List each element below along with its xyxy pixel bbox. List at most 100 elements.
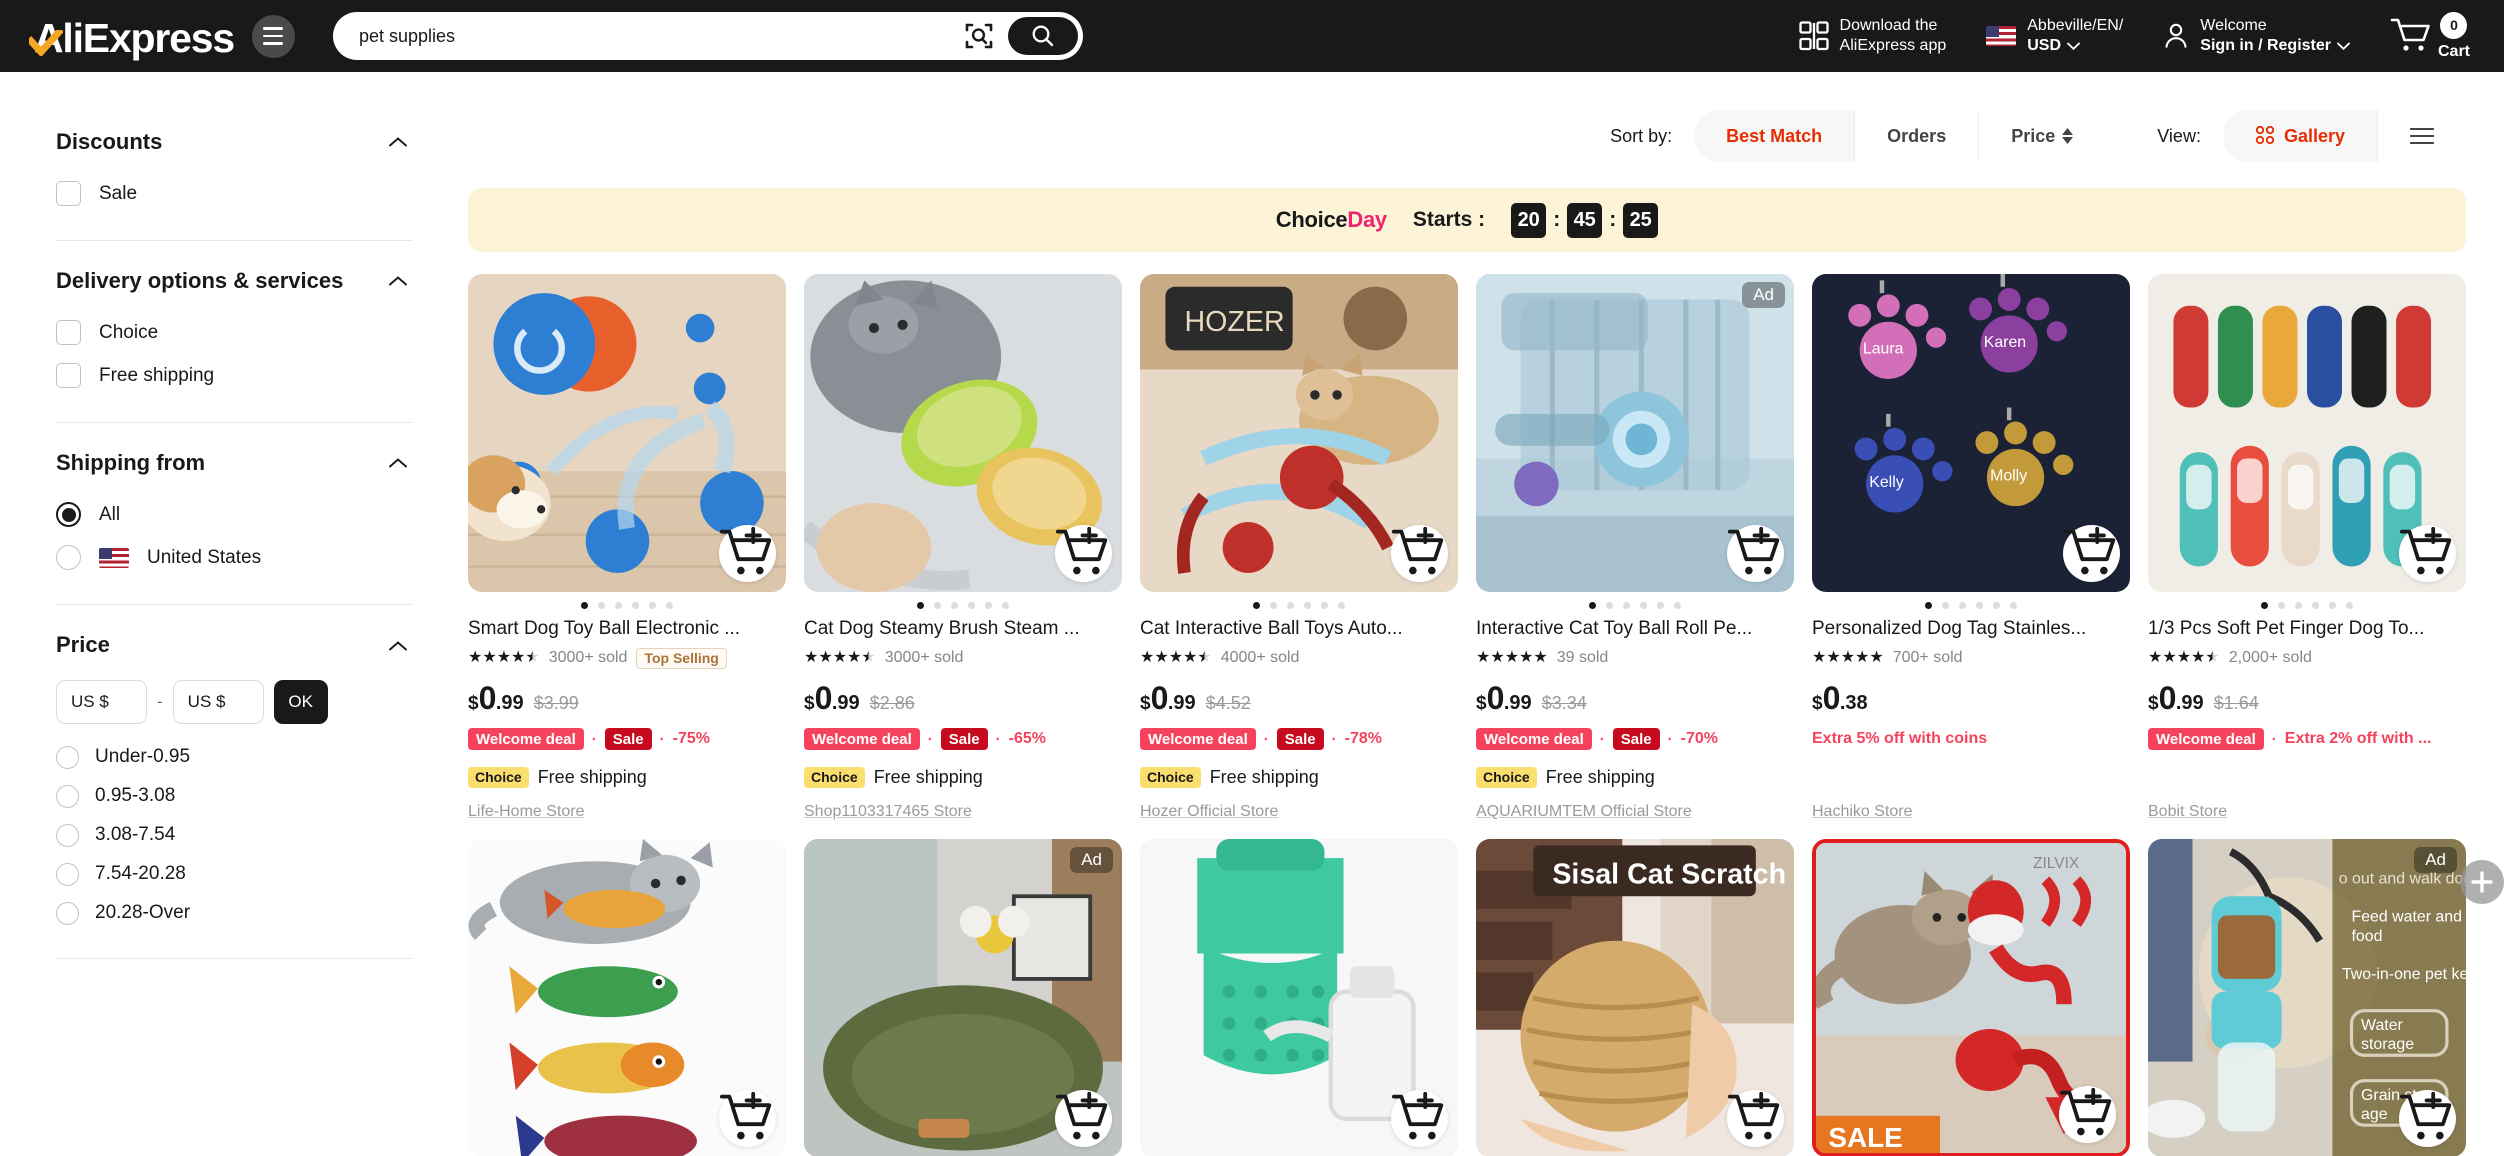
carousel-dot[interactable]: [1304, 601, 1311, 609]
carousel-dot[interactable]: [1623, 601, 1630, 609]
choiceday-banner[interactable]: ChoiceDay Starts : 20 : 45 : 25: [468, 188, 2466, 252]
add-to-cart-button[interactable]: [1391, 1090, 1448, 1148]
aliexpress-logo[interactable]: AliExpress: [29, 13, 235, 59]
filter-option-united-states[interactable]: United States: [56, 536, 412, 579]
carousel-dot[interactable]: [666, 601, 673, 609]
store-name-link[interactable]: Bobit Store: [2148, 803, 2466, 821]
product-image[interactable]: [468, 274, 786, 592]
carousel-dot[interactable]: [1993, 601, 2000, 609]
carousel-dot[interactable]: [1640, 601, 1647, 609]
radio-icon[interactable]: [56, 502, 81, 528]
carousel-dot[interactable]: [632, 601, 639, 609]
search-input[interactable]: [358, 25, 964, 47]
filter-header-shipping-from[interactable]: Shipping from: [56, 449, 412, 477]
product-title[interactable]: Cat Dog Steamy Brush Steam ...: [804, 617, 1122, 640]
carousel-dot[interactable]: [1270, 601, 1277, 609]
price-option-095-308[interactable]: 0.95-3.08: [56, 777, 412, 816]
carousel-dot[interactable]: [2295, 601, 2302, 609]
price-max-input[interactable]: [172, 679, 264, 724]
carousel-dot[interactable]: [1976, 601, 1983, 609]
product-card[interactable]: Smart Dog Toy Ball Electronic ... ★ ★ ★ ★ ★ …: [468, 274, 786, 821]
cart-button[interactable]: 0 Cart: [2390, 11, 2470, 61]
carousel-dot[interactable]: [1253, 601, 1260, 609]
product-title[interactable]: Cat Interactive Ball Toys Auto...: [1140, 617, 1458, 640]
add-to-cart-button[interactable]: [719, 1090, 776, 1148]
signin-register-link[interactable]: Sign in / Register: [2200, 36, 2331, 56]
product-title[interactable]: Personalized Dog Tag Stainles...: [1812, 617, 2130, 640]
checkbox-icon[interactable]: [56, 363, 81, 389]
price-option-under-095[interactable]: Under-0.95: [56, 738, 412, 777]
product-image[interactable]: Laura Karen Kelly Molly: [1812, 274, 2130, 592]
carousel-dot[interactable]: [1657, 601, 1664, 609]
filter-header-price[interactable]: Price: [56, 631, 412, 659]
search-button[interactable]: [1007, 17, 1078, 55]
product-card[interactable]: [468, 839, 786, 1156]
view-gallery[interactable]: Gallery: [2223, 110, 2377, 162]
carousel-dot[interactable]: [951, 601, 958, 609]
filter-option-sale[interactable]: Sale: [56, 172, 412, 215]
floating-add-button[interactable]: [2460, 860, 2504, 904]
carousel-dot[interactable]: [615, 601, 622, 609]
carousel-dot[interactable]: [2312, 601, 2319, 609]
add-to-cart-button[interactable]: [2059, 1086, 2116, 1144]
product-image[interactable]: [1140, 839, 1458, 1156]
price-option-754-2028[interactable]: 7.54-20.28: [56, 855, 412, 894]
carousel-dot[interactable]: [2261, 601, 2268, 609]
product-card[interactable]: Ad: [804, 839, 1122, 1156]
add-to-cart-button[interactable]: [2063, 525, 2120, 582]
filter-header-discounts[interactable]: Discounts: [56, 128, 412, 156]
carousel-dot[interactable]: [2346, 601, 2353, 609]
carousel-dot[interactable]: [2010, 601, 2017, 609]
product-card[interactable]: Laura Karen Kelly Molly Personalized Dog…: [1812, 274, 2130, 821]
add-to-cart-button[interactable]: [2399, 1090, 2456, 1148]
filter-option-choice[interactable]: Choice: [56, 311, 412, 354]
region-selector[interactable]: Abbeville/EN/ USD: [1986, 16, 2123, 55]
add-to-cart-button[interactable]: [2399, 525, 2456, 582]
radio-icon[interactable]: [56, 862, 79, 886]
carousel-dot[interactable]: [1606, 601, 1613, 609]
carousel-dot[interactable]: [1321, 601, 1328, 609]
sort-best-match[interactable]: Best Match: [1694, 110, 1854, 162]
add-to-cart-button[interactable]: [719, 525, 776, 582]
carousel-dot[interactable]: [649, 601, 656, 609]
carousel-dot[interactable]: [1338, 601, 1345, 609]
product-image[interactable]: o out and walk dog Feed water and food T…: [2148, 839, 2466, 1156]
filter-option-all[interactable]: All: [56, 493, 412, 536]
sort-orders[interactable]: Orders: [1854, 110, 1979, 162]
product-card[interactable]: HOZER Cat Interactive Ball Toys Auto... …: [1140, 274, 1458, 821]
product-image[interactable]: ZILVIX SALE: [1812, 839, 2130, 1156]
product-card[interactable]: Cat Dog Steamy Brush Steam ... ★ ★ ★ ★ ★ 300…: [804, 274, 1122, 821]
carousel-dot[interactable]: [1589, 601, 1596, 609]
store-name-link[interactable]: Hachiko Store: [1812, 803, 2130, 821]
radio-icon[interactable]: [56, 545, 81, 571]
carousel-dot[interactable]: [934, 601, 941, 609]
carousel-dot[interactable]: [2278, 601, 2285, 609]
sort-price[interactable]: Price: [1978, 110, 2106, 162]
product-card[interactable]: Ad Interactive Cat Toy Ball Roll Pe... ★…: [1476, 274, 1794, 821]
checkbox-icon[interactable]: [56, 320, 81, 346]
product-image[interactable]: Sisal Cat Scratch Ball: [1476, 839, 1794, 1156]
radio-icon[interactable]: [56, 784, 79, 808]
carousel-dot[interactable]: [581, 601, 588, 609]
add-to-cart-button[interactable]: [1727, 1090, 1784, 1148]
store-name-link[interactable]: Life-Home Store: [468, 803, 786, 821]
product-card[interactable]: ZILVIX SALE: [1812, 839, 2130, 1156]
checkbox-icon[interactable]: [56, 181, 81, 207]
product-card[interactable]: [1140, 839, 1458, 1156]
radio-icon[interactable]: [56, 745, 79, 769]
add-to-cart-button[interactable]: [1055, 1090, 1112, 1148]
carousel-dot[interactable]: [917, 601, 924, 609]
carousel-dot[interactable]: [1287, 601, 1294, 609]
store-name-link[interactable]: AQUARIUMTEM Official Store: [1476, 803, 1794, 821]
product-image[interactable]: [2148, 274, 2466, 592]
carousel-dot[interactable]: [1002, 601, 1009, 609]
carousel-dot[interactable]: [598, 601, 605, 609]
product-image[interactable]: HOZER: [1140, 274, 1458, 592]
store-name-link[interactable]: Shop1103317465 Store: [804, 803, 1122, 821]
download-app-link[interactable]: Download the AliExpress app: [1798, 16, 1946, 55]
carousel-dot[interactable]: [1942, 601, 1949, 609]
add-to-cart-button[interactable]: [1391, 525, 1448, 582]
product-image[interactable]: Ad: [1476, 274, 1794, 592]
radio-icon[interactable]: [56, 823, 79, 847]
view-list[interactable]: [2377, 110, 2466, 162]
